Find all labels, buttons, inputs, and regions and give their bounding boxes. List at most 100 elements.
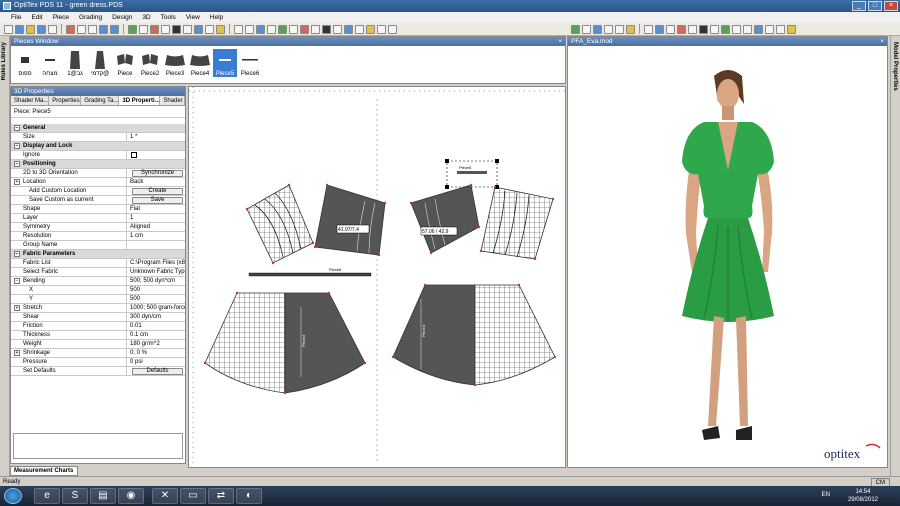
property-value[interactable]: Unknown Fabric Type: [127, 268, 185, 276]
paste-icon[interactable]: [88, 24, 97, 34]
media-icon[interactable]: ◐: [236, 488, 262, 504]
property-row[interactable]: Friction 0.01: [11, 322, 185, 331]
property-value[interactable]: 180 gr/m^2: [127, 340, 185, 348]
skype-icon[interactable]: S: [62, 488, 88, 504]
category-positioning[interactable]: − Positioning: [11, 160, 185, 169]
property-row[interactable]: Resolution 1 cm: [11, 232, 185, 241]
grade-icon[interactable]: [128, 24, 137, 34]
3d-avatar-view[interactable]: optitex: [568, 46, 887, 466]
tab-shader[interactable]: Shader: [160, 96, 185, 105]
property-row[interactable]: Add Custom Location Create: [11, 187, 185, 196]
redo-icon[interactable]: [110, 24, 119, 34]
menu-grading[interactable]: Grading: [74, 12, 107, 23]
properties-icon[interactable]: [388, 24, 397, 34]
stop-simulation-icon[interactable]: [582, 24, 591, 34]
back-view-icon[interactable]: [615, 24, 624, 34]
collapse-icon[interactable]: −: [14, 251, 20, 257]
settings-icon[interactable]: [754, 24, 763, 34]
close-icon[interactable]: ×: [880, 37, 884, 46]
tab-grading-table[interactable]: Grading Ta...: [81, 96, 120, 105]
piece-thumb[interactable]: מצחה: [38, 49, 62, 77]
property-value[interactable]: 0; 0 %: [127, 349, 185, 357]
property-row[interactable]: 2D to 3D Orientation Synchronize: [11, 169, 185, 178]
property-row[interactable]: Ignore: [11, 151, 185, 160]
property-value[interactable]: 0.01: [127, 322, 185, 330]
defaults-button[interactable]: Defaults: [132, 368, 183, 375]
property-value[interactable]: [127, 241, 185, 249]
property-row[interactable]: + Stretch 1000; 500 gram-force: [11, 304, 185, 313]
piece-thumb[interactable]: Piece6: [238, 49, 262, 77]
skeleton-icon[interactable]: [699, 24, 708, 34]
fabric-icon[interactable]: [366, 24, 375, 34]
waistband-piece[interactable]: [457, 171, 487, 174]
help-icon[interactable]: [787, 24, 796, 34]
app-icon[interactable]: ✕: [152, 488, 178, 504]
close-button[interactable]: ×: [884, 1, 898, 11]
grid-icon[interactable]: [267, 24, 276, 34]
measure-icon[interactable]: [139, 24, 148, 34]
property-row[interactable]: Shape Flat: [11, 205, 185, 214]
property-row[interactable]: + Location Back: [11, 178, 185, 187]
teamviewer-icon[interactable]: ⇄: [208, 488, 234, 504]
property-row[interactable]: Size 1 *: [11, 133, 185, 142]
skirt-piece-left-solid[interactable]: [284, 292, 366, 394]
skirt-piece-left-hatched[interactable]: [204, 292, 286, 394]
menu-view[interactable]: View: [181, 12, 205, 23]
zoom-out-icon[interactable]: [245, 24, 254, 34]
category-display-lock[interactable]: − Display and Lock: [11, 142, 185, 151]
property-value[interactable]: Flat: [127, 205, 185, 213]
chrome-icon[interactable]: ◉: [118, 488, 144, 504]
layer-icon[interactable]: [377, 24, 386, 34]
property-value[interactable]: 500: [127, 295, 185, 303]
zoom-model-icon[interactable]: [666, 24, 675, 34]
select-tool-icon[interactable]: [4, 24, 13, 34]
menu-tools[interactable]: Tools: [156, 12, 181, 23]
property-row[interactable]: Thickness 0.1 cm: [11, 331, 185, 340]
undo-icon[interactable]: [99, 24, 108, 34]
collapse-icon[interactable]: −: [14, 125, 20, 131]
property-value[interactable]: 1: [127, 214, 185, 222]
print-icon[interactable]: [48, 24, 57, 34]
sleeve-piece-left-solid[interactable]: [314, 184, 386, 256]
rules-library-strip[interactable]: Rules Library: [0, 36, 10, 476]
mesh-icon[interactable]: [688, 24, 697, 34]
pleat-icon[interactable]: [289, 24, 298, 34]
sleeve-piece-left-hatched[interactable]: [246, 184, 314, 264]
property-row[interactable]: Pressure 0 psi: [11, 358, 185, 367]
piece-thumb[interactable]: גב@1: [63, 49, 87, 77]
property-row[interactable]: Save Custom as current Save: [11, 196, 185, 205]
category-fabric-parameters[interactable]: − Fabric Parameters: [11, 250, 185, 259]
ie-icon[interactable]: e: [34, 488, 60, 504]
piece-thumb[interactable]: ספוס: [13, 49, 37, 77]
pan-model-icon[interactable]: [655, 24, 664, 34]
piece-thumb[interactable]: Piece3: [163, 49, 187, 77]
export-icon[interactable]: [743, 24, 752, 34]
property-row[interactable]: Shear 300 dyn/cm: [11, 313, 185, 322]
window-icon[interactable]: ▭: [180, 488, 206, 504]
tension-map-icon[interactable]: [677, 24, 686, 34]
close-icon[interactable]: ×: [558, 37, 562, 46]
open-folder-icon[interactable]: [26, 24, 35, 34]
cut-icon[interactable]: [66, 24, 75, 34]
start-button[interactable]: [4, 488, 22, 504]
property-row[interactable]: − Bending 500; 500 dyn*cm: [11, 277, 185, 286]
property-value[interactable]: 0.1 cm: [127, 331, 185, 339]
property-value[interactable]: 1 cm: [127, 232, 185, 240]
expand-icon[interactable]: +: [14, 179, 20, 185]
tab-properties[interactable]: Properties: [49, 96, 82, 105]
piece-thumb-selected[interactable]: Piece5: [213, 49, 237, 77]
expand-icon[interactable]: +: [14, 350, 20, 356]
render-icon[interactable]: [732, 24, 741, 34]
tab-shader-manager[interactable]: Shader Ma...: [11, 96, 50, 105]
piece-thumb[interactable]: קדמי@: [88, 49, 112, 77]
piece-thumb[interactable]: Piece: [113, 49, 137, 77]
property-value[interactable]: 500: [127, 286, 185, 294]
new-file-icon[interactable]: [15, 24, 24, 34]
property-row[interactable]: Symmetry Aligned: [11, 223, 185, 232]
button-icon[interactable]: [311, 24, 320, 34]
collapse-icon[interactable]: −: [14, 278, 20, 284]
minimize-button[interactable]: _: [852, 1, 866, 11]
tab-measurement-charts[interactable]: Measurement Charts: [10, 466, 78, 476]
simulate-icon[interactable]: [344, 24, 353, 34]
cloth-icon[interactable]: [721, 24, 730, 34]
